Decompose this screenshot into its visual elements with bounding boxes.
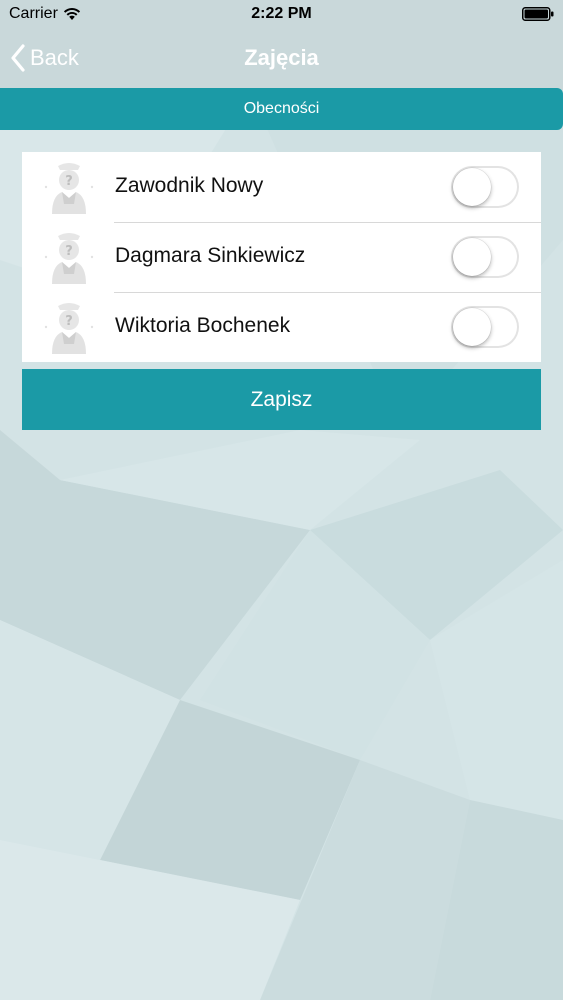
toggle-knob — [453, 238, 491, 276]
page-title: Zajęcia — [244, 45, 319, 70]
list-item: ? Dagmara Sinkiewicz — [22, 222, 541, 292]
toggle-knob — [453, 308, 491, 346]
svg-text:?: ? — [65, 244, 73, 259]
navigation-bar: Back Zajęcia — [0, 30, 563, 86]
placeholder-avatar-icon: ? — [44, 233, 94, 284]
section-header: Obecności — [0, 88, 563, 130]
svg-text:?: ? — [65, 314, 73, 329]
status-time: 2:22 PM — [251, 5, 312, 22]
attendance-toggle[interactable] — [451, 306, 519, 348]
attendance-toggle[interactable] — [451, 236, 519, 278]
attendee-list: ? Zawodnik Nowy ? Dagmara Sinkiewicz ? W… — [22, 152, 541, 362]
attendee-name: Dagmara Sinkiewicz — [115, 244, 306, 267]
placeholder-avatar-icon: ? — [44, 163, 94, 214]
background-pattern — [0, 0, 563, 1000]
attendance-toggle[interactable] — [451, 166, 519, 208]
svg-text:?: ? — [65, 174, 73, 189]
list-item: ? Zawodnik Nowy — [22, 152, 541, 222]
status-bar: Carrier 2:22 PM — [0, 0, 563, 30]
toggle-knob — [453, 168, 491, 206]
attendee-name: Wiktoria Bochenek — [115, 314, 291, 337]
placeholder-avatar-icon: ? — [44, 303, 94, 354]
battery-icon — [522, 7, 554, 21]
attendee-name: Zawodnik Nowy — [115, 174, 264, 197]
save-button[interactable]: Zapisz — [22, 369, 541, 430]
list-item: ? Wiktoria Bochenek — [22, 292, 541, 362]
